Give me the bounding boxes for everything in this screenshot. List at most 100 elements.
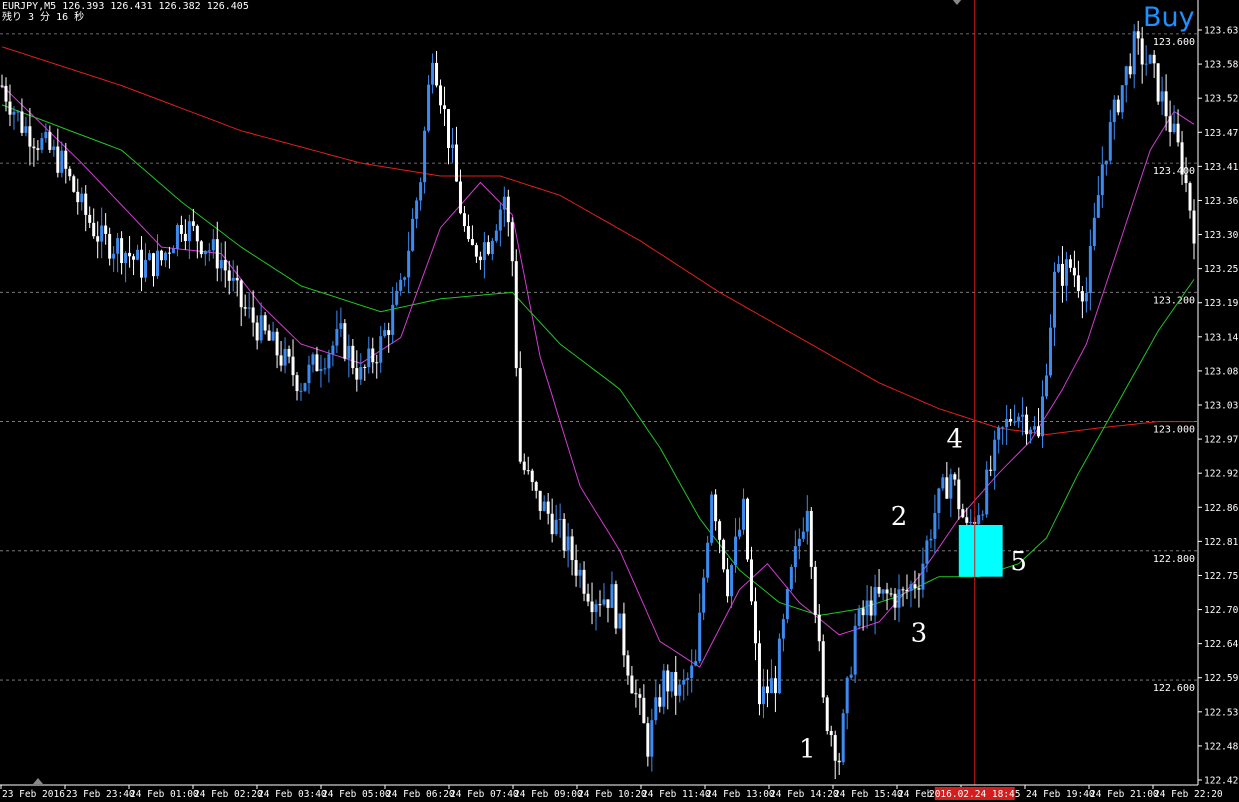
price-chart[interactable]: 123.600 123.400 123.200 123.000 122.800 122.6… — [0, 0, 1239, 802]
candle-body — [287, 348, 291, 357]
candle-body — [291, 356, 295, 376]
candle-body — [913, 584, 917, 589]
candle-body — [112, 253, 116, 259]
candle-body — [534, 482, 538, 491]
candle-body — [1001, 427, 1005, 429]
candle-body — [159, 250, 163, 261]
entry-zone — [958, 0, 1003, 785]
candle-body — [602, 599, 606, 605]
candle-body — [399, 279, 403, 291]
candle-body — [1064, 259, 1068, 286]
y-tick-label: 122.425 — [1204, 776, 1239, 787]
candle-body — [582, 569, 586, 594]
candle-body — [929, 538, 933, 541]
candle-body — [411, 218, 415, 251]
candle-body — [231, 277, 235, 281]
candle-body — [961, 509, 965, 518]
candle-body — [793, 546, 797, 567]
candle-body — [179, 224, 183, 234]
candle-body — [295, 375, 299, 392]
candle-body — [1192, 210, 1196, 244]
candle-body — [761, 686, 765, 705]
candle-body — [363, 366, 367, 368]
wave-label: 2 — [891, 502, 908, 532]
candle-body — [646, 723, 650, 757]
candle-body — [881, 589, 885, 594]
candle-body — [1045, 375, 1049, 397]
candle-body — [650, 720, 654, 757]
candle-body — [630, 675, 634, 694]
candle-body — [431, 62, 435, 85]
candle-body — [1096, 195, 1100, 218]
candle-body — [893, 593, 897, 608]
y-tick-label: 122.480 — [1204, 741, 1239, 752]
candle-body — [634, 693, 638, 695]
candle-body — [140, 249, 144, 278]
candle-body — [638, 694, 642, 698]
candle-body — [259, 315, 263, 341]
candle-body — [1068, 259, 1072, 268]
candle-body — [319, 369, 323, 372]
candle-body — [1176, 123, 1180, 143]
candle-body — [574, 560, 578, 576]
candle-body — [1132, 31, 1136, 75]
candle-body — [1005, 419, 1009, 428]
candle-body — [530, 470, 534, 483]
candle-body — [207, 250, 211, 252]
y-tick-label: 123.360 — [1204, 196, 1239, 207]
candle-body — [654, 697, 658, 721]
x-tick-label: 24 Feb 10:20 — [578, 789, 647, 800]
candle-body — [482, 242, 486, 261]
candle-body — [1148, 54, 1152, 64]
candle-body — [20, 111, 24, 133]
candle-body — [454, 144, 458, 182]
candle-body — [335, 328, 339, 346]
candle-body — [809, 510, 813, 567]
candle-body — [746, 498, 750, 560]
candle-body — [450, 144, 454, 148]
candle-body — [247, 307, 251, 309]
x-tick-label: 24 Feb 02:20 — [194, 789, 263, 800]
candle-body — [933, 513, 937, 539]
candle-body — [251, 307, 255, 323]
x-tick-label: 23 Feb 23:40 — [66, 789, 135, 800]
candle-body — [706, 542, 710, 578]
candle-body — [323, 368, 327, 370]
x-tick-label: 24 Feb 11:40 — [642, 789, 711, 800]
candle-body — [925, 540, 929, 564]
candle-body — [56, 146, 60, 173]
candle-body — [598, 604, 602, 606]
x-tick-label: 24 Feb 22:20 — [1154, 789, 1223, 800]
candle-body — [311, 354, 315, 365]
candle-body — [371, 348, 375, 363]
candle-body — [167, 252, 171, 254]
level-label: 123.600 — [1153, 37, 1195, 48]
x-tick-label: 23 Feb 2016 — [2, 789, 65, 800]
candle-body — [1120, 85, 1124, 113]
candle-body — [590, 601, 594, 613]
candle-body — [403, 277, 407, 280]
x-tick-label: 24 Feb 21:00 — [1090, 789, 1159, 800]
candle-body — [981, 514, 985, 516]
candle-body — [1092, 217, 1096, 246]
candle-body — [227, 270, 231, 281]
y-tick-label: 123.250 — [1204, 264, 1239, 275]
candle-body — [486, 242, 490, 254]
candle-body — [1100, 164, 1104, 196]
candle-body — [773, 678, 777, 694]
candle-body — [195, 225, 199, 242]
candle-body — [72, 176, 76, 192]
candle-body — [1180, 142, 1184, 175]
candle-body — [1160, 91, 1164, 102]
candle-body — [28, 126, 32, 147]
candle-body — [419, 182, 423, 201]
candle-body — [965, 517, 969, 523]
candle-body — [749, 559, 753, 602]
candle-body — [12, 111, 16, 115]
candle-body — [742, 498, 746, 530]
candle-body — [331, 345, 335, 355]
candle-body — [702, 577, 706, 613]
wave-label: 3 — [911, 618, 928, 648]
candle-body — [303, 383, 307, 391]
candle-body — [359, 366, 363, 380]
